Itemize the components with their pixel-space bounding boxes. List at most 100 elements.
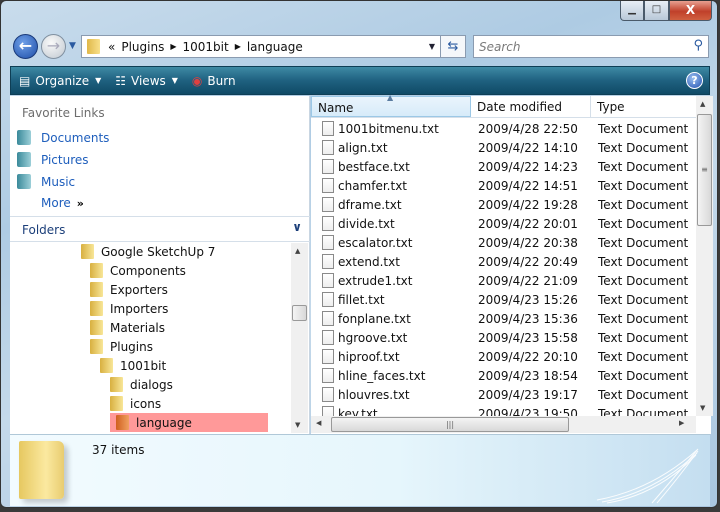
tree-item-dialogs[interactable]: dialogs [110, 375, 173, 394]
favorite-label: Pictures [41, 152, 89, 167]
table-row[interactable]: chamfer.txt 2009/4/22 14:51 Text Document [311, 176, 696, 195]
tree-item-components[interactable]: Components [90, 261, 186, 280]
forward-button[interactable]: → [41, 34, 66, 59]
favorite-pictures[interactable]: Pictures [17, 152, 89, 167]
file-type: Text Document [598, 121, 689, 136]
file-date: 2009/4/23 15:58 [478, 330, 578, 345]
file-type: Text Document [598, 349, 689, 364]
tree-item-language[interactable]: language [110, 413, 268, 432]
table-row[interactable]: fonplane.txt 2009/4/23 15:36 Text Document [311, 309, 696, 328]
file-name: bestface.txt [311, 159, 471, 174]
column-label: Type [597, 100, 625, 114]
table-row[interactable]: fillet.txt 2009/4/23 15:26 Text Document [311, 290, 696, 309]
favorite-documents[interactable]: Documents [17, 130, 109, 145]
burn-button[interactable]: ◉ Burn [192, 74, 236, 88]
file-name-label: 1001bitmenu.txt [338, 121, 439, 136]
table-row[interactable]: hlouvres.txt 2009/4/23 19:17 Text Document [311, 385, 696, 404]
chevron-right-icon[interactable]: ▶ [235, 42, 241, 51]
tree-item-importers[interactable]: Importers [90, 299, 168, 318]
help-icon[interactable]: ? [686, 72, 703, 89]
table-row[interactable]: key.txt 2009/4/23 19:50 Text Document [311, 404, 696, 416]
table-row[interactable]: hgroove.txt 2009/4/23 15:58 Text Document [311, 328, 696, 347]
column-header-type[interactable]: Type [591, 96, 696, 117]
scroll-down-icon[interactable]: ▼ [700, 404, 705, 412]
back-button[interactable]: ← [13, 34, 38, 59]
table-row[interactable]: 1001bitmenu.txt 2009/4/28 22:50 Text Docum… [311, 119, 696, 138]
tree-item-plugins[interactable]: Plugins [90, 337, 153, 356]
file-list-vertical-scrollbar[interactable]: ▲ ≡ ▼ [696, 96, 713, 416]
table-row[interactable]: bestface.txt 2009/4/22 14:23 Text Document [311, 157, 696, 176]
file-name: dframe.txt [311, 197, 471, 212]
scroll-thumb[interactable]: ≡ [697, 114, 712, 226]
table-row[interactable]: align.txt 2009/4/22 14:10 Text Document [311, 138, 696, 157]
views-icon: ☷ [115, 73, 127, 88]
address-overflow[interactable]: « [108, 40, 115, 54]
table-row[interactable]: escalator.txt 2009/4/22 20:38 Text Documen… [311, 233, 696, 252]
breadcrumb-1001bit[interactable]: 1001bit [182, 40, 228, 54]
scroll-up-icon[interactable]: ▲ [295, 247, 300, 255]
close-button[interactable]: X [669, 1, 712, 21]
address-dropdown-icon[interactable]: ▼ [429, 42, 435, 51]
file-type: Text Document [598, 311, 689, 326]
scroll-thumb[interactable]: ||| [331, 417, 569, 432]
recent-pages-dropdown[interactable]: ▼ [69, 41, 76, 51]
organize-button[interactable]: ▤ Organize ▼ [19, 74, 101, 88]
file-name-label: hline_faces.txt [338, 368, 426, 383]
tree-item-exporters[interactable]: Exporters [90, 280, 168, 299]
breadcrumb-language[interactable]: language [247, 40, 303, 54]
file-name: extrude1.txt [311, 273, 471, 288]
file-name: fonplane.txt [311, 311, 471, 326]
tree-item-label: Components [110, 263, 186, 278]
folder-icon [116, 415, 129, 430]
column-header-date[interactable]: Date modified [471, 96, 591, 117]
file-name: extend.txt [311, 254, 471, 269]
chevron-down-icon: ▼ [95, 76, 102, 85]
folders-header[interactable]: Folders ∨ [10, 216, 310, 242]
address-bar[interactable]: « Plugins ▶ 1001bit ▶ language ▼ [81, 35, 441, 58]
refresh-icon: ⇆ [447, 39, 459, 54]
file-date: 2009/4/28 22:50 [478, 121, 578, 136]
table-row[interactable]: extrude1.txt 2009/4/22 21:09 Text Document [311, 271, 696, 290]
file-list-horizontal-scrollbar[interactable]: ◀ ||| ▶ [311, 416, 696, 433]
tree-item-label: icons [130, 396, 162, 411]
maximize-button[interactable]: □ [644, 1, 669, 21]
scroll-thumb[interactable] [292, 305, 307, 321]
tree-item-label: Google SketchUp 7 [101, 244, 216, 259]
column-header-name[interactable]: ▲ Name [311, 93, 471, 117]
chevron-down-icon[interactable]: ∨ [292, 220, 302, 234]
double-chevron-icon: » [76, 197, 84, 210]
table-row[interactable]: divide.txt 2009/4/22 20:01 Text Document [311, 214, 696, 233]
tree-item-icons[interactable]: icons [110, 394, 161, 413]
scroll-right-icon[interactable]: ▶ [679, 419, 684, 427]
table-row[interactable]: dframe.txt 2009/4/22 19:28 Text Document [311, 195, 696, 214]
tree-item-google-sketchup-7[interactable]: Google SketchUp 7 [81, 242, 215, 261]
scroll-down-icon[interactable]: ▼ [295, 421, 300, 429]
search-icon[interactable]: ⚲ [693, 38, 703, 53]
more-link[interactable]: More » [41, 196, 84, 210]
folder-icon [100, 358, 113, 373]
table-row[interactable]: hiproof.txt 2009/4/22 20:10 Text Document [311, 347, 696, 366]
file-name: escalator.txt [311, 235, 471, 250]
chevron-right-icon[interactable]: ▶ [170, 42, 176, 51]
search-input[interactable]: Search ⚲ [473, 35, 709, 58]
favorite-music[interactable]: Music [17, 174, 75, 189]
views-button[interactable]: ☷ Views ▼ [115, 74, 178, 88]
tree-item-materials[interactable]: Materials [90, 318, 165, 337]
breadcrumb-plugins[interactable]: Plugins [121, 40, 164, 54]
tree-item-1001bit[interactable]: 1001bit [100, 356, 166, 375]
text-document-icon [322, 311, 334, 326]
file-type: Text Document [598, 178, 689, 193]
file-name-label: extend.txt [338, 254, 400, 269]
table-row[interactable]: extend.txt 2009/4/22 20:49 Text Document [311, 252, 696, 271]
file-type: Text Document [598, 292, 689, 307]
minimize-button[interactable]: ▁ [620, 1, 644, 21]
scroll-up-icon[interactable]: ▲ [700, 100, 705, 108]
table-row[interactable]: hline_faces.txt 2009/4/23 18:54 Text Docum… [311, 366, 696, 385]
folder-tree-scrollbar[interactable]: ▲ ▼ [291, 243, 308, 433]
folder-icon [90, 282, 103, 297]
file-type: Text Document [598, 235, 689, 250]
folder-icon [110, 396, 123, 411]
scroll-left-icon[interactable]: ◀ [316, 419, 321, 427]
refresh-button[interactable]: ⇆ [441, 35, 466, 58]
tree-item-label: Plugins [110, 339, 153, 354]
